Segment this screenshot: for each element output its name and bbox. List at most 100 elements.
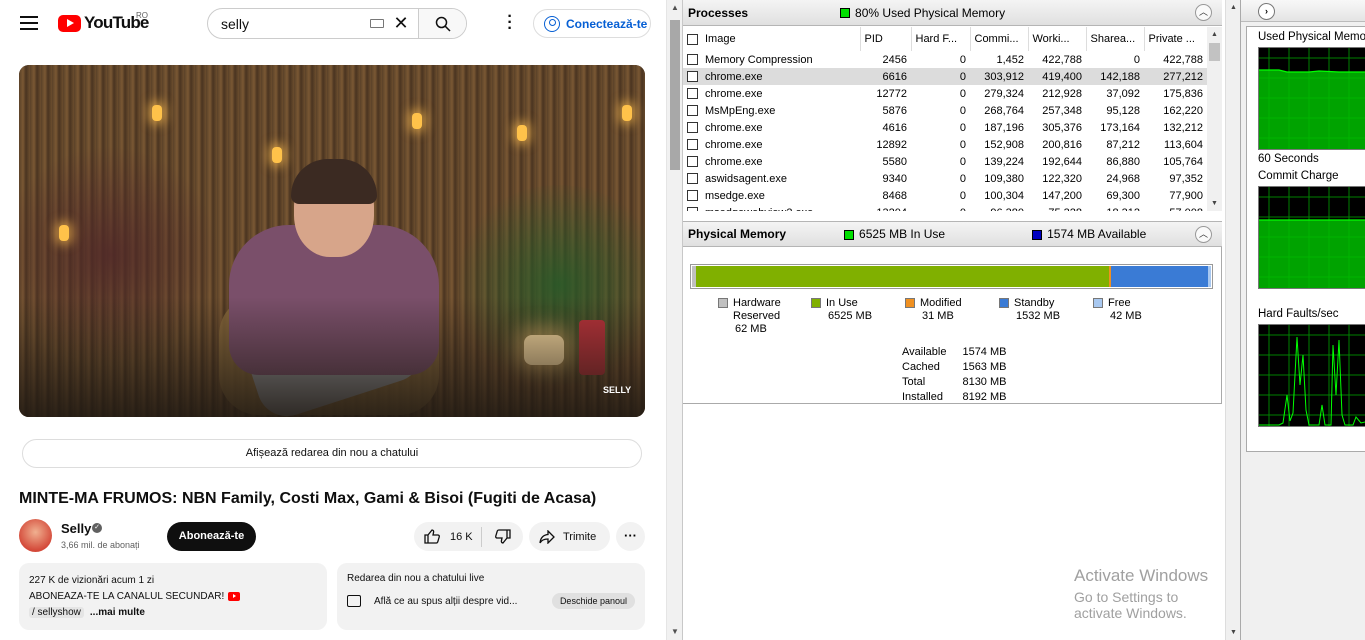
used-physical-memory-graph <box>1258 47 1365 150</box>
memory-pane-scrollbar[interactable]: ▲ ▼ <box>1225 0 1240 640</box>
stat-label: Total <box>902 376 926 388</box>
row-checkbox[interactable] <box>687 105 698 117</box>
scroll-thumb[interactable] <box>670 20 680 170</box>
available-swatch <box>1032 229 1043 240</box>
row-checkbox[interactable] <box>687 173 698 185</box>
stat-row: Cached 1563 MB <box>902 361 1020 374</box>
chevron-right-icon[interactable]: › <box>1258 3 1275 20</box>
scroll-down-arrow-icon[interactable]: ▼ <box>667 624 683 640</box>
menu-icon[interactable] <box>20 16 38 30</box>
stat-value: 8192 MB <box>962 391 1007 403</box>
channel-handle-link[interactable]: / sellyshow <box>29 607 84 618</box>
table-row[interactable]: chrome.exe 5580 0 139,224 192,644 86,880 105,7… <box>683 153 1207 170</box>
scroll-down-arrow-icon[interactable]: ▼ <box>1207 196 1222 211</box>
table-cell: 86,880 <box>1086 153 1144 170</box>
stat-row: Installed 8192 MB <box>902 391 1020 404</box>
table-row[interactable]: msedge.exe 8468 0 100,304 147,200 69,300 77,90… <box>683 187 1207 204</box>
process-table-scrollbar[interactable]: ▲ ▼ <box>1207 27 1222 211</box>
cell-value: 4616 <box>882 121 907 134</box>
table-cell: 268,764 <box>970 102 1028 119</box>
show-more-link[interactable]: ...mai multe <box>90 607 145 618</box>
scroll-down-arrow-icon[interactable]: ▼ <box>1226 625 1241 640</box>
legend-swatch <box>811 298 821 308</box>
column-header[interactable]: Image <box>683 27 861 51</box>
table-cell: 57,008 <box>1144 204 1207 212</box>
scroll-up-arrow-icon[interactable]: ▲ <box>1226 0 1241 15</box>
search-button[interactable] <box>418 9 466 38</box>
channel-name[interactable]: Selly <box>61 521 91 536</box>
table-row[interactable]: msedgewebview2.exe 13204 0 96,380 75,328 18,3… <box>683 204 1207 211</box>
cell-value: 0 <box>1133 53 1140 66</box>
cell-value: 97,352 <box>1169 172 1203 185</box>
subscribe-button[interactable]: Abonează-te <box>167 522 256 551</box>
sign-in-button[interactable]: Conectează-te <box>533 9 651 38</box>
row-checkbox[interactable] <box>687 71 698 83</box>
youtube-scrollbar[interactable]: ▲ ▼ <box>666 0 682 640</box>
cell-value: 100,304 <box>984 189 1024 202</box>
row-checkbox[interactable] <box>687 139 698 151</box>
live-chat-replay-card: Redarea din nou a chatului live Află ce … <box>337 563 645 630</box>
graph-toolbar: › <box>1241 0 1365 22</box>
table-cell: msedgewebview2.exe <box>683 204 860 211</box>
like-button[interactable]: 16 K <box>414 526 482 547</box>
row-checkbox[interactable] <box>687 54 698 66</box>
column-header[interactable]: Worki... <box>1028 27 1087 51</box>
channel-avatar[interactable] <box>19 519 52 552</box>
cell-value: 162,220 <box>1163 104 1203 117</box>
show-chat-replay-button[interactable]: Afișează redarea din nou a chatului <box>22 439 642 468</box>
cell-value: 152,908 <box>984 138 1024 151</box>
clear-search-icon[interactable]: ✕ <box>392 13 410 34</box>
collapse-processes-icon[interactable]: ︿ <box>1195 4 1212 21</box>
row-checkbox[interactable] <box>687 190 698 202</box>
open-panel-button[interactable]: Deschide panoul <box>551 593 635 609</box>
settings-kebab-icon[interactable]: · · · <box>505 9 515 37</box>
share-button[interactable]: Trimite <box>529 522 610 551</box>
row-checkbox[interactable] <box>687 88 698 100</box>
select-all-checkbox[interactable] <box>687 33 698 45</box>
hard-faults-graph <box>1258 324 1365 427</box>
stat-label: Cached <box>902 361 940 373</box>
table-row[interactable]: Memory Compression 2456 0 1,452 422,788 0 422,… <box>683 51 1207 68</box>
table-row[interactable]: chrome.exe 6616 0 303,912 419,400 142,188 277,… <box>683 68 1207 85</box>
cell-value: 6616 <box>882 70 907 83</box>
table-row[interactable]: chrome.exe 12772 0 279,324 212,928 37,092 175,… <box>683 85 1207 102</box>
share-label: Trimite <box>563 530 597 543</box>
table-cell: 1,452 <box>970 51 1028 68</box>
row-checkbox[interactable] <box>687 207 698 211</box>
table-cell: 2456 <box>860 51 911 68</box>
column-header[interactable]: PID <box>860 27 912 51</box>
table-row[interactable]: chrome.exe 12892 0 152,908 200,816 87,212 113,… <box>683 136 1207 153</box>
table-cell: 113,604 <box>1144 136 1207 153</box>
keyboard-icon[interactable] <box>370 19 384 28</box>
description-box[interactable]: 227 K de vizionări acum 1 zi ABONEAZA-TE… <box>19 563 327 630</box>
memory-bar-segment-standby <box>1111 266 1209 287</box>
collapse-physical-memory-icon[interactable]: ︿ <box>1195 226 1212 243</box>
scroll-up-arrow-icon[interactable]: ▲ <box>667 0 683 16</box>
dislike-button[interactable] <box>482 529 523 544</box>
scroll-thumb[interactable] <box>1209 43 1220 61</box>
chat-icon <box>347 595 361 607</box>
youtube-logo[interactable]: YouTube RO <box>58 11 149 33</box>
cell-value: 75,328 <box>1048 207 1082 212</box>
graph-pane: › Used Physical Memo 60 Seconds Commit C… <box>1240 0 1365 640</box>
table-cell: 422,788 <box>1028 51 1086 68</box>
column-header[interactable]: Commi... <box>970 27 1029 51</box>
column-header[interactable]: Sharea... <box>1086 27 1145 51</box>
row-checkbox[interactable] <box>687 122 698 134</box>
cell-value: 86,880 <box>1106 155 1140 168</box>
table-row[interactable]: MsMpEng.exe 5876 0 268,764 257,348 95,128 162,… <box>683 102 1207 119</box>
table-row[interactable]: aswidsagent.exe 9340 0 109,380 122,320 24,968… <box>683 170 1207 187</box>
column-header[interactable]: Private ... <box>1144 27 1207 51</box>
column-header[interactable]: Hard F... <box>911 27 971 51</box>
memory-bar-segment-free <box>1208 266 1211 287</box>
table-cell: 87,212 <box>1086 136 1144 153</box>
cell-value: 12892 <box>876 138 907 151</box>
more-actions-icon[interactable]: ··· <box>616 522 645 551</box>
table-row[interactable]: chrome.exe 4616 0 187,196 305,376 173,164 132,… <box>683 119 1207 136</box>
search-input[interactable]: selly <box>208 16 370 32</box>
video-player[interactable]: SELLY <box>19 65 645 417</box>
used-memory-swatch <box>840 8 851 19</box>
available-indicator: 1574 MB Available <box>1032 227 1146 241</box>
row-checkbox[interactable] <box>687 156 698 168</box>
scroll-up-arrow-icon[interactable]: ▲ <box>1207 27 1222 42</box>
